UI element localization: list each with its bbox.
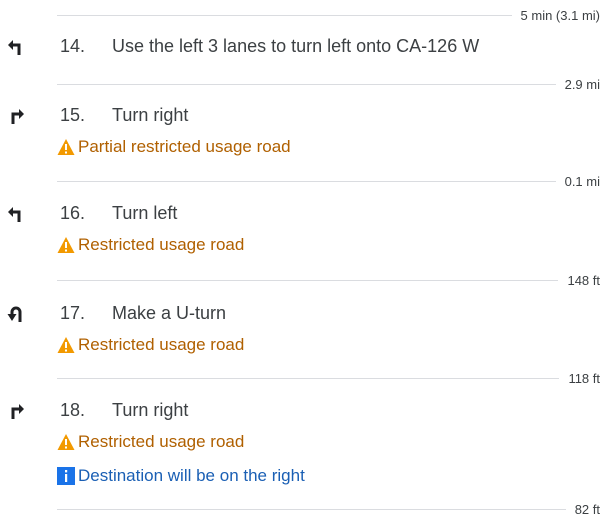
warning-icon bbox=[57, 433, 75, 451]
segment-divider: 2.9 mi bbox=[57, 74, 604, 94]
segment-duration-distance: 5 min (3.1 mi) bbox=[520, 7, 600, 23]
step-number: 17. bbox=[60, 303, 86, 323]
turn-right-icon bbox=[11, 109, 24, 124]
restriction-warning: Restricted usage road bbox=[57, 334, 244, 356]
direction-step-16[interactable]: 16. Turn left bbox=[0, 200, 604, 230]
segment-divider: 5 min (3.1 mi) bbox=[57, 5, 604, 25]
restriction-warning: Restricted usage road bbox=[57, 234, 244, 256]
divider-line bbox=[57, 83, 556, 85]
segment-divider: 0.1 mi bbox=[57, 171, 604, 191]
divider-line bbox=[57, 377, 560, 379]
u-turn-icon bbox=[7, 306, 22, 322]
step-distance: 82 ft bbox=[574, 501, 600, 517]
step-number: 15. bbox=[60, 105, 86, 125]
warning-text: Restricted usage road bbox=[78, 235, 245, 254]
step-distance: 0.1 mi bbox=[564, 173, 600, 189]
direction-step-14[interactable]: 14. Use the left 3 lanes to turn left on… bbox=[0, 33, 604, 63]
step-distance: 148 ft bbox=[567, 272, 600, 288]
warning-text: Partial restricted usage road bbox=[78, 137, 291, 156]
segment-divider: 118 ft bbox=[57, 368, 604, 388]
warning-icon bbox=[57, 336, 75, 354]
step-instruction: Turn left bbox=[112, 203, 178, 223]
divider-line bbox=[57, 14, 512, 16]
directions-step-list: 5 min (3.1 mi) 14. Use the left 3 lanes … bbox=[0, 0, 604, 521]
turn-left-icon bbox=[8, 207, 21, 222]
step-distance: 118 ft bbox=[568, 370, 600, 386]
segment-divider: 82 ft bbox=[57, 499, 604, 519]
turn-right-icon bbox=[11, 404, 24, 419]
restriction-warning: Partial restricted usage road bbox=[57, 136, 291, 158]
warning-icon bbox=[57, 138, 75, 156]
segment-divider: 148 ft bbox=[57, 270, 604, 290]
warning-text: Restricted usage road bbox=[78, 335, 245, 354]
step-distance: 2.9 mi bbox=[564, 76, 600, 92]
divider-line bbox=[57, 180, 556, 182]
direction-step-15[interactable]: 15. Turn right bbox=[0, 102, 604, 132]
info-icon bbox=[57, 467, 75, 485]
destination-info: Destination will be on the right bbox=[57, 465, 305, 487]
warning-text: Restricted usage road bbox=[78, 432, 245, 451]
info-text: Destination will be on the right bbox=[78, 466, 305, 485]
step-number: 16. bbox=[60, 203, 86, 223]
direction-step-18[interactable]: 18. Turn right bbox=[0, 397, 604, 427]
step-number: 14. bbox=[60, 36, 86, 56]
divider-line bbox=[57, 508, 566, 510]
direction-step-17[interactable]: 17. Make a U-turn bbox=[0, 300, 604, 330]
step-instruction: Turn right bbox=[112, 105, 189, 125]
restriction-warning: Restricted usage road bbox=[57, 431, 244, 453]
step-instruction: Use the left 3 lanes to turn left onto C… bbox=[112, 36, 480, 56]
step-instruction: Make a U-turn bbox=[112, 303, 227, 323]
turn-left-icon bbox=[8, 40, 21, 55]
step-number: 18. bbox=[60, 400, 86, 420]
warning-icon bbox=[57, 236, 75, 254]
step-instruction: Turn right bbox=[112, 400, 189, 420]
divider-line bbox=[57, 279, 559, 281]
